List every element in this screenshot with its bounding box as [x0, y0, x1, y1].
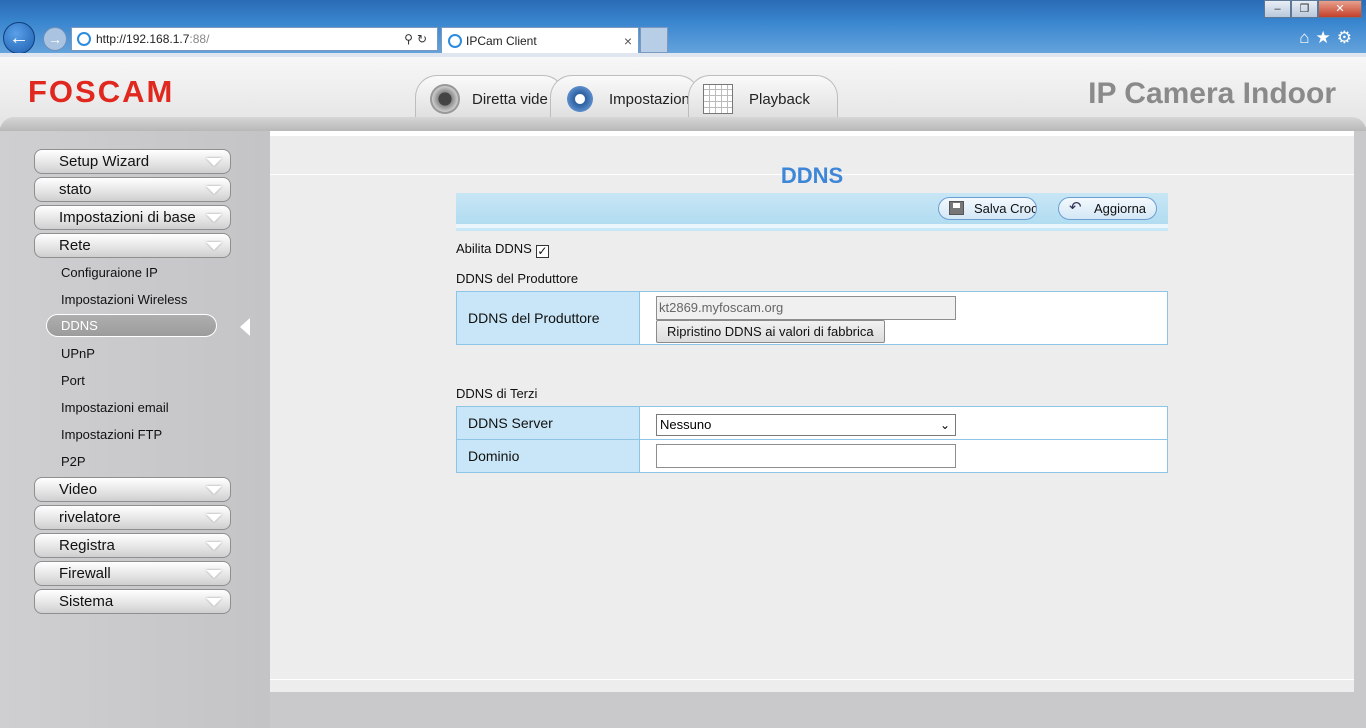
settings-icon[interactable]: ⚙ [1337, 28, 1358, 47]
home-icon[interactable]: ⌂ [1299, 28, 1315, 47]
header-bar [0, 117, 1366, 131]
third-party-ddns-table: DDNS Server Dominio Nessuno ⌄ [456, 406, 1168, 473]
menu-label: rivelatore [59, 509, 121, 526]
menu-network[interactable]: Rete [34, 233, 231, 258]
address-tools: ⚲↻ [404, 28, 431, 50]
ddns-server-value: Nessuno [660, 417, 712, 432]
menu-label: Setup Wizard [59, 153, 150, 170]
menu-system[interactable]: Sistema [34, 589, 231, 614]
reset-ddns-button[interactable]: Ripristino DDNS ai valori di fabbrica [656, 320, 885, 343]
menu-label: Video [59, 481, 98, 498]
enable-ddns-label: Abilita DDNS [456, 241, 532, 256]
chevron-down-icon [202, 511, 224, 525]
chevron-down-icon: ⌄ [939, 418, 951, 432]
domain-input[interactable] [656, 444, 956, 468]
refresh-icon[interactable]: ↻ [417, 32, 431, 46]
menu-label: Rete [59, 237, 91, 254]
tab-title: IPCam Client [466, 34, 537, 48]
submenu-email[interactable]: Impostazioni email [61, 400, 169, 415]
menu-status[interactable]: stato [34, 177, 231, 202]
manufacturer-ddns-field: kt2869.myfoscam.org [656, 296, 956, 320]
webcam-icon [430, 84, 460, 114]
floppy-disk-icon [949, 201, 964, 215]
menu-setup-wizard[interactable]: Setup Wizard [34, 149, 231, 174]
address-port: :88/ [189, 32, 210, 46]
enable-ddns-checkbox[interactable]: ✓ [535, 245, 549, 258]
chevron-down-icon [202, 239, 224, 253]
enable-ddns-row: Abilita DDNS ✓ [456, 241, 549, 258]
submenu-wireless[interactable]: Impostazioni Wireless [61, 292, 187, 307]
chevron-down-icon [202, 567, 224, 581]
minimize-button[interactable]: ‒ [1264, 0, 1291, 18]
close-button[interactable]: ✕ [1318, 0, 1362, 18]
menu-label: Registra [59, 537, 115, 554]
menu-record[interactable]: Registra [34, 533, 231, 558]
menu-label: stato [59, 181, 92, 198]
browser-tools: ⌂★⚙ [1299, 28, 1358, 48]
active-indicator-icon [240, 318, 250, 336]
tab-playback[interactable]: Playback [688, 75, 838, 123]
refresh-button[interactable]: ↶ Aggiorna [1058, 197, 1157, 220]
refresh-button-label: Aggiorna [1094, 201, 1147, 216]
menu-label: Sistema [59, 593, 114, 610]
manufacturer-row-label: DDNS del Produttore [457, 292, 640, 344]
favorites-icon[interactable]: ★ [1316, 28, 1337, 47]
submenu-upnp[interactable]: UPnP [61, 346, 95, 361]
ie-tab-icon [448, 34, 462, 48]
address-host: http://192.168.1.7 [96, 32, 190, 46]
chevron-down-icon [202, 595, 224, 609]
divider-bottom [270, 679, 1354, 680]
foscam-logo: FOSCAM [28, 74, 175, 109]
manufacturer-ddns-table: DDNS del Produttore kt2869.myfoscam.org … [456, 291, 1168, 345]
chevron-down-icon [202, 483, 224, 497]
toolbar: Salva Croce ↶ Aggiorna [456, 193, 1168, 231]
chevron-down-icon [202, 211, 224, 225]
submenu-ip-config[interactable]: Configuraione IP [61, 265, 158, 280]
submenu-ddns[interactable]: DDNS [46, 314, 217, 337]
chevron-down-icon [202, 155, 224, 169]
save-button[interactable]: Salva Croce [938, 197, 1037, 220]
tab-close-icon[interactable]: × [624, 28, 632, 54]
tab-live-video[interactable]: Diretta video [415, 75, 565, 123]
menu-label: Firewall [59, 565, 111, 582]
save-button-label: Salva Croce [974, 201, 1037, 216]
browser-chrome: ← → http://192.168.1.7:88/ ⚲↻ IPCam Clie… [0, 0, 1366, 57]
menu-firewall[interactable]: Firewall [34, 561, 231, 586]
chevron-down-icon [202, 183, 224, 197]
third-party-section-label: DDNS di Terzi [456, 386, 538, 401]
undo-arrow-icon: ↶ [1069, 199, 1082, 216]
product-name: IP Camera Indoor [1088, 77, 1336, 110]
submenu-port[interactable]: Port [61, 373, 85, 388]
manufacturer-section-label: DDNS del Produttore [456, 271, 579, 286]
search-icon[interactable]: ⚲ [404, 32, 417, 46]
maximize-button[interactable]: ❐ [1291, 0, 1318, 18]
menu-label: Impostazioni di base [59, 209, 196, 226]
menu-detector[interactable]: rivelatore [34, 505, 231, 530]
browser-tab[interactable]: IPCam Client × [441, 27, 639, 53]
toolbar-underline [456, 224, 1168, 228]
menu-video[interactable]: Video [34, 477, 231, 502]
domain-label: Dominio [457, 440, 640, 472]
submenu-ftp[interactable]: Impostazioni FTP [61, 427, 162, 442]
calendar-icon [703, 84, 733, 114]
address-bar[interactable]: http://192.168.1.7:88/ ⚲↻ [71, 27, 438, 51]
back-button[interactable]: ← [3, 22, 35, 54]
main-panel: DDNS Salva Croce ↶ Aggiorna Abilita DDNS… [270, 131, 1354, 692]
chevron-down-icon [202, 539, 224, 553]
window-controls: ‒ ❐ ✕ [1264, 0, 1362, 18]
tab-settings[interactable]: Impostazioni [550, 75, 700, 123]
ie-icon [77, 32, 91, 46]
ddns-server-select[interactable]: Nessuno ⌄ [656, 414, 956, 436]
page-title: DDNS [780, 163, 844, 188]
menu-basic-settings[interactable]: Impostazioni di base [34, 205, 231, 230]
submenu-p2p[interactable]: P2P [61, 454, 86, 469]
forward-button[interactable]: → [43, 27, 67, 51]
gears-icon [565, 84, 595, 114]
server-label: DDNS Server [457, 407, 640, 440]
sidebar: Setup Wizard stato Impostazioni di base … [0, 131, 270, 728]
new-tab-button[interactable] [640, 27, 668, 53]
